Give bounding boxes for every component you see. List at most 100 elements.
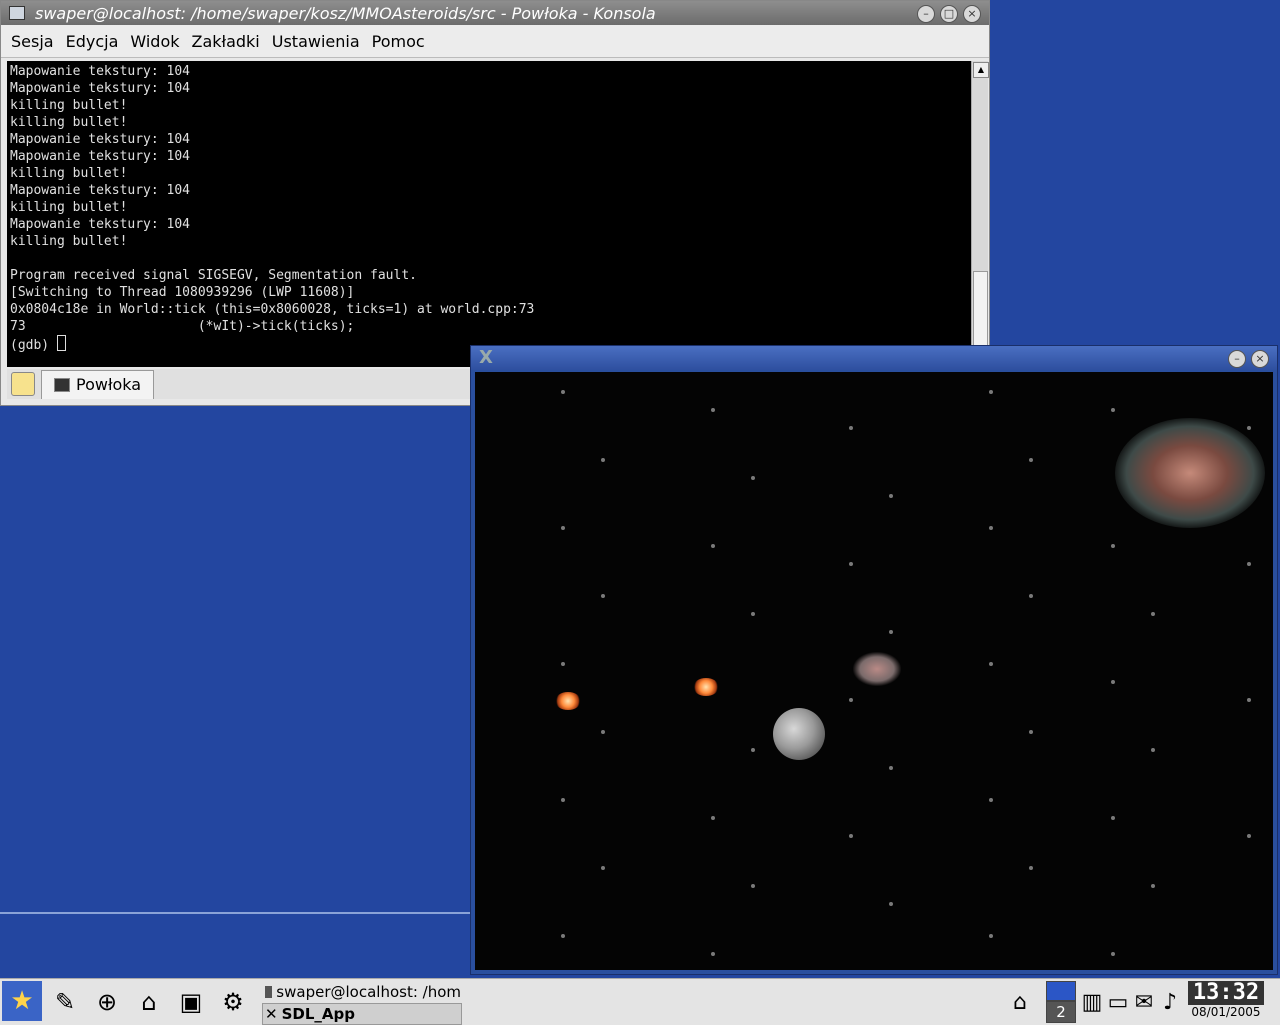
nebula-explosion bbox=[1115, 418, 1265, 528]
star bbox=[751, 476, 755, 480]
terminal-line: killing bullet! bbox=[10, 200, 128, 215]
game-canvas[interactable] bbox=[475, 372, 1273, 970]
menu-zakladki[interactable]: Zakładki bbox=[186, 32, 266, 51]
terminal-line: killing bullet! bbox=[10, 166, 128, 181]
terminal-line: Mapowanie tekstury: 104 bbox=[10, 149, 191, 164]
star bbox=[889, 766, 893, 770]
star bbox=[889, 494, 893, 498]
star bbox=[1029, 866, 1033, 870]
star bbox=[1111, 680, 1115, 684]
task-label: swaper@localhost: /hom bbox=[276, 983, 461, 1001]
tab-label: Powłoka bbox=[76, 375, 142, 394]
speaker-icon[interactable]: ♪ bbox=[1158, 983, 1182, 1021]
home-icon[interactable]: ⌂ bbox=[1000, 983, 1040, 1021]
pager-desktop-1[interactable] bbox=[1046, 981, 1076, 1001]
network-icon[interactable]: ⚙ bbox=[214, 983, 252, 1021]
star bbox=[751, 748, 755, 752]
star bbox=[989, 798, 993, 802]
star bbox=[889, 902, 893, 906]
task-konsole[interactable]: swaper@localhost: /hom bbox=[262, 981, 462, 1003]
kwrite-icon[interactable]: ✎ bbox=[46, 983, 84, 1021]
terminal-line: Program received signal SIGSEGV, Segment… bbox=[10, 268, 417, 283]
scroll-thumb[interactable] bbox=[973, 271, 988, 353]
menu-widok[interactable]: Widok bbox=[124, 32, 185, 51]
star bbox=[849, 426, 853, 430]
menu-ustawienia[interactable]: Ustawienia bbox=[266, 32, 366, 51]
star bbox=[1029, 458, 1033, 462]
star bbox=[751, 612, 755, 616]
star bbox=[1247, 698, 1251, 702]
star bbox=[1111, 952, 1115, 956]
terminal-line: Mapowanie tekstury: 104 bbox=[10, 217, 191, 232]
home-icon[interactable]: ⌂ bbox=[130, 983, 168, 1021]
x-task-icon: ✕ bbox=[265, 1005, 278, 1023]
star bbox=[1247, 562, 1251, 566]
sdl-minimize-button[interactable]: – bbox=[1228, 350, 1246, 368]
star bbox=[561, 390, 565, 394]
player-ship bbox=[853, 652, 901, 686]
kde-taskbar: ★ ✎ ⊕ ⌂ ▣ ⚙ swaper@localhost: /hom ✕ SDL… bbox=[0, 978, 1280, 1025]
konsole-titlebar[interactable]: swaper@localhost: /home/swaper/kosz/MMOA… bbox=[1, 1, 989, 25]
menu-sesja[interactable]: Sesja bbox=[5, 32, 60, 51]
star bbox=[601, 866, 605, 870]
konsole-app-icon[interactable] bbox=[9, 6, 25, 20]
terminal-line: Mapowanie tekstury: 104 bbox=[10, 81, 191, 96]
terminal-line: killing bullet! bbox=[10, 98, 128, 113]
maximize-button[interactable]: □ bbox=[940, 5, 958, 23]
star bbox=[1111, 816, 1115, 820]
sdl-app-window[interactable]: X – × bbox=[470, 345, 1278, 975]
terminal-line: [Switching to Thread 1080939296 (LWP 116… bbox=[10, 285, 355, 300]
minimize-button[interactable]: – bbox=[917, 5, 935, 23]
star bbox=[561, 662, 565, 666]
star bbox=[1151, 612, 1155, 616]
star bbox=[989, 934, 993, 938]
star bbox=[1151, 748, 1155, 752]
konsole-title: swaper@localhost: /home/swaper/kosz/MMOA… bbox=[35, 3, 656, 23]
star bbox=[1247, 426, 1251, 430]
task-label: SDL_App bbox=[281, 1005, 355, 1023]
terminal-tab-icon bbox=[54, 377, 70, 392]
star bbox=[849, 698, 853, 702]
scroll-up-arrow-icon[interactable]: ▲ bbox=[973, 62, 989, 78]
pager-desktop-2[interactable]: 2 bbox=[1046, 1001, 1076, 1023]
terminal-output[interactable]: Mapowanie tekstury: 104 Mapowanie tekstur… bbox=[7, 61, 971, 367]
clock-time: 13:32 bbox=[1188, 981, 1264, 1005]
star bbox=[751, 884, 755, 888]
desktop-pager[interactable]: 2 bbox=[1046, 981, 1076, 1023]
sdl-close-button[interactable]: × bbox=[1251, 350, 1269, 368]
taskbar-task-list: swaper@localhost: /hom ✕ SDL_App bbox=[262, 981, 462, 1025]
star bbox=[1151, 884, 1155, 888]
display-icon[interactable]: ▭ bbox=[1106, 983, 1130, 1021]
sdl-titlebar[interactable]: X – × bbox=[471, 346, 1277, 370]
clock-date: 08/01/2005 bbox=[1191, 1005, 1261, 1019]
star bbox=[601, 594, 605, 598]
menu-edycja[interactable]: Edycja bbox=[60, 32, 125, 51]
clock[interactable]: 13:32 08/01/2005 bbox=[1188, 981, 1264, 1023]
konsole-menubar: Sesja Edycja Widok Zakładki Ustawienia P… bbox=[1, 25, 989, 58]
notes-icon[interactable]: ✉ bbox=[1132, 983, 1156, 1021]
terminal-scrollbar[interactable]: ▲ bbox=[971, 61, 989, 367]
terminal-line: 73 (*wIt)->tick(ticks); bbox=[10, 319, 355, 334]
text-cursor bbox=[56, 335, 66, 351]
new-session-icon[interactable] bbox=[11, 372, 35, 396]
star bbox=[1111, 408, 1115, 412]
terminal-line: killing bullet! bbox=[10, 115, 128, 130]
monitor-icon[interactable]: ▥ bbox=[1080, 983, 1104, 1021]
close-button[interactable]: × bbox=[963, 5, 981, 23]
browser-icon[interactable]: ⊕ bbox=[88, 983, 126, 1021]
star-icon[interactable]: ★ bbox=[2, 981, 42, 1021]
star bbox=[1029, 730, 1033, 734]
task-sdl-app[interactable]: ✕ SDL_App bbox=[262, 1003, 462, 1025]
star bbox=[989, 390, 993, 394]
menu-pomoc[interactable]: Pomoc bbox=[366, 32, 431, 51]
tab-powloka[interactable]: Powłoka bbox=[41, 369, 155, 399]
star bbox=[711, 408, 715, 412]
terminal-icon[interactable]: ▣ bbox=[172, 983, 210, 1021]
star bbox=[849, 834, 853, 838]
star bbox=[849, 562, 853, 566]
star bbox=[601, 458, 605, 462]
star bbox=[601, 730, 605, 734]
star bbox=[711, 544, 715, 548]
gdb-prompt: (gdb) bbox=[10, 338, 57, 353]
